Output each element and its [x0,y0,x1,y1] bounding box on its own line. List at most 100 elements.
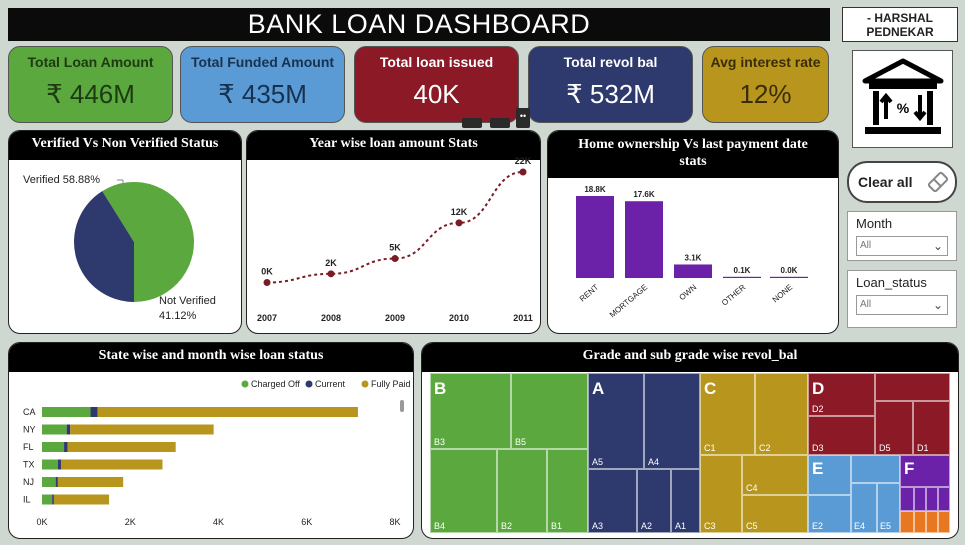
treemap-cell-g-4[interactable] [938,511,950,533]
stacked-bar-segment [42,459,58,470]
chevron-down-icon: ⌄ [932,298,943,312]
x-category-label: OTHER [720,282,747,307]
treemap-subgrade-label: E5 [880,521,892,531]
month-slicer[interactable]: Month All ⌄ [847,211,957,261]
line-point [455,219,463,227]
treemap-subgrade-label: B5 [515,437,527,447]
scrollbar-thumb [400,400,404,412]
eraser-icon [927,171,949,193]
kpi-label: Total revol bal [563,54,658,70]
kpi-value: ₹ 532M [566,79,655,109]
home-ownership-panel[interactable]: Home ownership Vs last payment date stat… [547,130,839,334]
kpi-total-loan-issued[interactable]: Total loan issued 40K [354,46,519,123]
panel-title-line-1: Home ownership Vs last payment date [578,137,808,152]
clear-all-label: Clear all [858,174,913,190]
legend-label: Current [315,379,346,389]
bar [576,196,614,278]
focus-mode-icon[interactable] [490,118,510,128]
treemap-subgrade-label: E4 [854,521,866,531]
stacked-bar-segment [70,424,214,435]
kpi-total-funded-amount[interactable]: Total Funded Amount ₹ 435M [180,46,345,123]
stacked-bar-segment [97,407,358,417]
treemap-subgrade-label: D1 [917,443,929,453]
y-category-label: TX [23,460,35,470]
treemap-cell-e-top-right[interactable] [851,455,900,483]
treemap-subgrade-label: E2 [812,521,824,531]
bar [625,201,663,278]
more-options-icon[interactable]: •• [516,108,530,128]
kpi-avg-interest-rate[interactable]: Avg interest rate 12% [702,46,829,123]
treemap-subgrade-label: A5 [592,457,604,467]
x-tick-label: 6K [301,517,312,527]
y-category-label: FL [23,442,34,452]
clear-all-button[interactable]: Clear all [847,161,957,203]
kpi-total-revol-bal[interactable]: Total revol bal ₹ 532M [528,46,693,123]
kpi-value: 12% [739,79,792,109]
treemap-cell-a4[interactable] [644,373,700,469]
verified-status-panel[interactable]: Verified Vs Non Verified Status Verified… [8,130,242,334]
treemap-subgrade-label: B4 [434,521,446,531]
state-loan-status-panel[interactable]: State wise and month wise loan status Ch… [8,342,414,539]
treemap-cell-f-3[interactable] [914,487,926,511]
loan-status-slicer-label: Loan_status [856,275,927,290]
grade-revol-bal-panel[interactable]: Grade and sub grade wise revol_bal B A C… [421,342,959,539]
filter-icon[interactable] [462,118,482,128]
pie-label-not-verified: Not Verified [159,295,216,307]
legend-marker [305,380,313,388]
stacked-bar-segment [60,459,163,470]
treemap-subgrade-label: D5 [879,443,891,453]
treemap-cell-d-top-right[interactable] [875,373,950,401]
year-loan-panel[interactable]: Year wise loan amount Stats 0K 2007 2K 2008… [246,130,541,334]
y-category-label: IL [23,495,31,505]
legend-marker [361,380,369,388]
kpi-label: Total loan issued [379,54,494,70]
y-category-label: CA [23,407,36,417]
dashboard-title: BANK LOAN DASHBOARD [8,8,830,41]
x-category-label: RENT [578,283,601,304]
treemap-cell-g-3[interactable] [926,511,938,533]
loan-status-slicer[interactable]: Loan_status All ⌄ [847,270,957,328]
kpi-value: ₹ 446M [46,79,135,109]
treemap-cell-g-1[interactable] [900,511,914,533]
pie-label-not-verified-pct: 41.12% [159,310,197,322]
state-stacked-bar-chart: Charged Off Current Fully Paid CA NY FL TX NJ IL… [23,379,411,527]
stacked-bar-segment [90,407,98,417]
line-data-label: 0K [261,266,273,276]
pie-label-verified: Verified 58.88% [23,174,100,186]
stacked-bar-segment [64,442,68,452]
stacked-bar-segment [66,424,71,435]
treemap-grade-label: B [434,379,447,398]
x-tick-label: 2011 [513,313,533,323]
loan-status-dropdown[interactable]: All ⌄ [856,295,948,315]
bar-data-label: 3.1K [685,253,702,262]
author-line-1: - HARSHAL [867,11,933,25]
kpi-total-loan-amount[interactable]: Total Loan Amount ₹ 446M [8,46,173,123]
treemap-subgrade-label: C5 [746,521,758,531]
month-slicer-label: Month [856,216,893,231]
x-tick-label: 2K [125,517,136,527]
panel-title: Grade and sub grade wise revol_bal [422,343,958,372]
treemap-subgrade-label: A4 [648,457,660,467]
line-data-label: 2K [325,258,337,268]
treemap-cell-f-2[interactable] [900,487,914,511]
bank-icon: % [862,58,944,134]
treemap-subgrade-label: C3 [704,521,716,531]
stacked-bar-segment [42,477,56,487]
author-line-2: PEDNEKAR [866,25,934,39]
bar-data-label: 18.8K [584,185,606,194]
treemap-cell-f-5[interactable] [938,487,950,511]
stacked-bar-segment [42,407,91,417]
line-data-label: 12K [451,207,468,217]
month-dropdown[interactable]: All ⌄ [856,236,948,256]
treemap-cell-g-2[interactable] [914,511,926,533]
treemap-subgrade-label: B1 [551,521,563,531]
treemap-grade-label: D [812,379,825,398]
treemap-subgrade-label: C4 [746,483,758,493]
year-line-chart: 0K 2007 2K 2008 5K 2009 12K 2010 22K 2011 [257,156,533,323]
kpi-label: Avg interest rate [710,54,821,70]
treemap-cell-f-4[interactable] [926,487,938,511]
line-data-label: 22K [515,156,532,166]
treemap-subgrade-label: B3 [434,437,446,447]
treemap-subgrade-label: C1 [704,443,716,453]
bar [770,276,808,278]
